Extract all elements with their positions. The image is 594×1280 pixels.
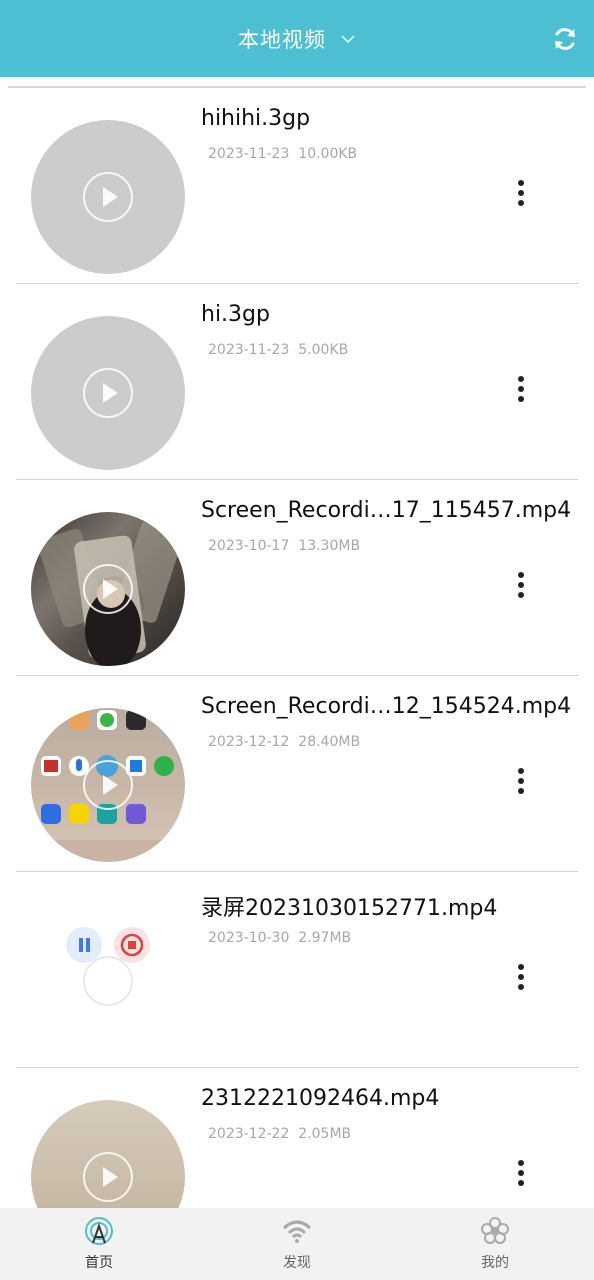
play-icon — [83, 368, 133, 418]
wifi-icon — [282, 1220, 312, 1243]
video-thumbnail — [31, 120, 185, 274]
video-size: 2.97MB — [298, 930, 352, 946]
more-options-icon[interactable] — [516, 180, 526, 208]
video-meta: 2023-11-23 10.00KB — [208, 146, 357, 162]
video-meta: 2023-10-30 2.97MB — [208, 930, 351, 946]
title-dropdown[interactable]: 本地视频 — [238, 24, 356, 54]
video-list-item[interactable]: hi.3gp 2023-11-23 5.00KB — [0, 284, 594, 480]
video-date: 2023-10-17 — [208, 538, 290, 554]
video-name: 2312221092464.mp4 — [201, 1086, 440, 1111]
flower-icon — [481, 1217, 509, 1244]
video-date: 2023-11-23 — [208, 146, 290, 162]
play-icon — [83, 1152, 133, 1202]
app-header: 本地视频 — [0, 0, 594, 77]
video-meta: 2023-12-22 2.05MB — [208, 1126, 351, 1142]
nav-item-mine[interactable]: 我的 — [396, 1208, 594, 1280]
video-list-item[interactable]: Screen_Recordi…17_115457.mp4 2023-10-17 … — [0, 480, 594, 676]
refresh-icon[interactable] — [552, 26, 578, 52]
video-meta: 2023-12-12 28.40MB — [208, 734, 360, 750]
more-options-icon[interactable] — [516, 1160, 526, 1188]
nav-item-home[interactable]: 首页 — [0, 1208, 198, 1280]
video-thumbnail — [31, 708, 185, 862]
video-size: 2.05MB — [298, 1126, 352, 1142]
nav-label: 首页 — [85, 1255, 113, 1271]
video-meta: 2023-10-17 13.30MB — [208, 538, 360, 554]
video-size: 5.00KB — [298, 342, 349, 358]
page-title: 本地视频 — [238, 27, 326, 52]
video-name: hi.3gp — [201, 302, 270, 327]
nav-label: 我的 — [481, 1255, 509, 1271]
video-date: 2023-12-12 — [208, 734, 290, 750]
bottom-nav: 首页 发现 我的 — [0, 1208, 594, 1280]
video-list-item[interactable]: Screen_Recordi…12_154524.mp4 2023-12-12 … — [0, 676, 594, 872]
video-date: 2023-10-30 — [208, 930, 290, 946]
video-list-item[interactable]: 录屏20231030152771.mp4 2023-10-30 2.97MB — [0, 872, 594, 1068]
play-icon — [83, 760, 133, 810]
radar-home-icon — [85, 1217, 113, 1245]
video-name: Screen_Recordi…12_154524.mp4 — [201, 694, 572, 719]
video-date: 2023-11-23 — [208, 342, 290, 358]
video-list-item[interactable]: hihihi.3gp 2023-11-23 10.00KB — [0, 88, 594, 284]
video-thumbnail — [31, 512, 185, 666]
play-icon — [83, 564, 133, 614]
video-thumbnail — [31, 316, 185, 470]
play-icon — [83, 172, 133, 222]
nav-item-discover[interactable]: 发现 — [198, 1208, 396, 1280]
video-meta: 2023-11-23 5.00KB — [208, 342, 348, 358]
video-size: 10.00KB — [298, 146, 358, 162]
video-thumbnail — [31, 904, 185, 1058]
play-icon — [83, 956, 133, 1006]
video-date: 2023-12-22 — [208, 1126, 290, 1142]
video-name: 录屏20231030152771.mp4 — [201, 896, 498, 921]
more-options-icon[interactable] — [516, 376, 526, 404]
more-options-icon[interactable] — [516, 572, 526, 600]
video-name: Screen_Recordi…17_115457.mp4 — [201, 498, 572, 523]
more-options-icon[interactable] — [516, 964, 526, 992]
chevron-down-icon — [341, 34, 355, 43]
video-size: 13.30MB — [298, 538, 361, 554]
more-options-icon[interactable] — [516, 768, 526, 796]
video-list: hihihi.3gp 2023-11-23 10.00KB hi.3gp 202… — [0, 88, 594, 1264]
video-name: hihihi.3gp — [201, 106, 311, 131]
nav-label: 发现 — [283, 1255, 311, 1271]
video-size: 28.40MB — [298, 734, 361, 750]
